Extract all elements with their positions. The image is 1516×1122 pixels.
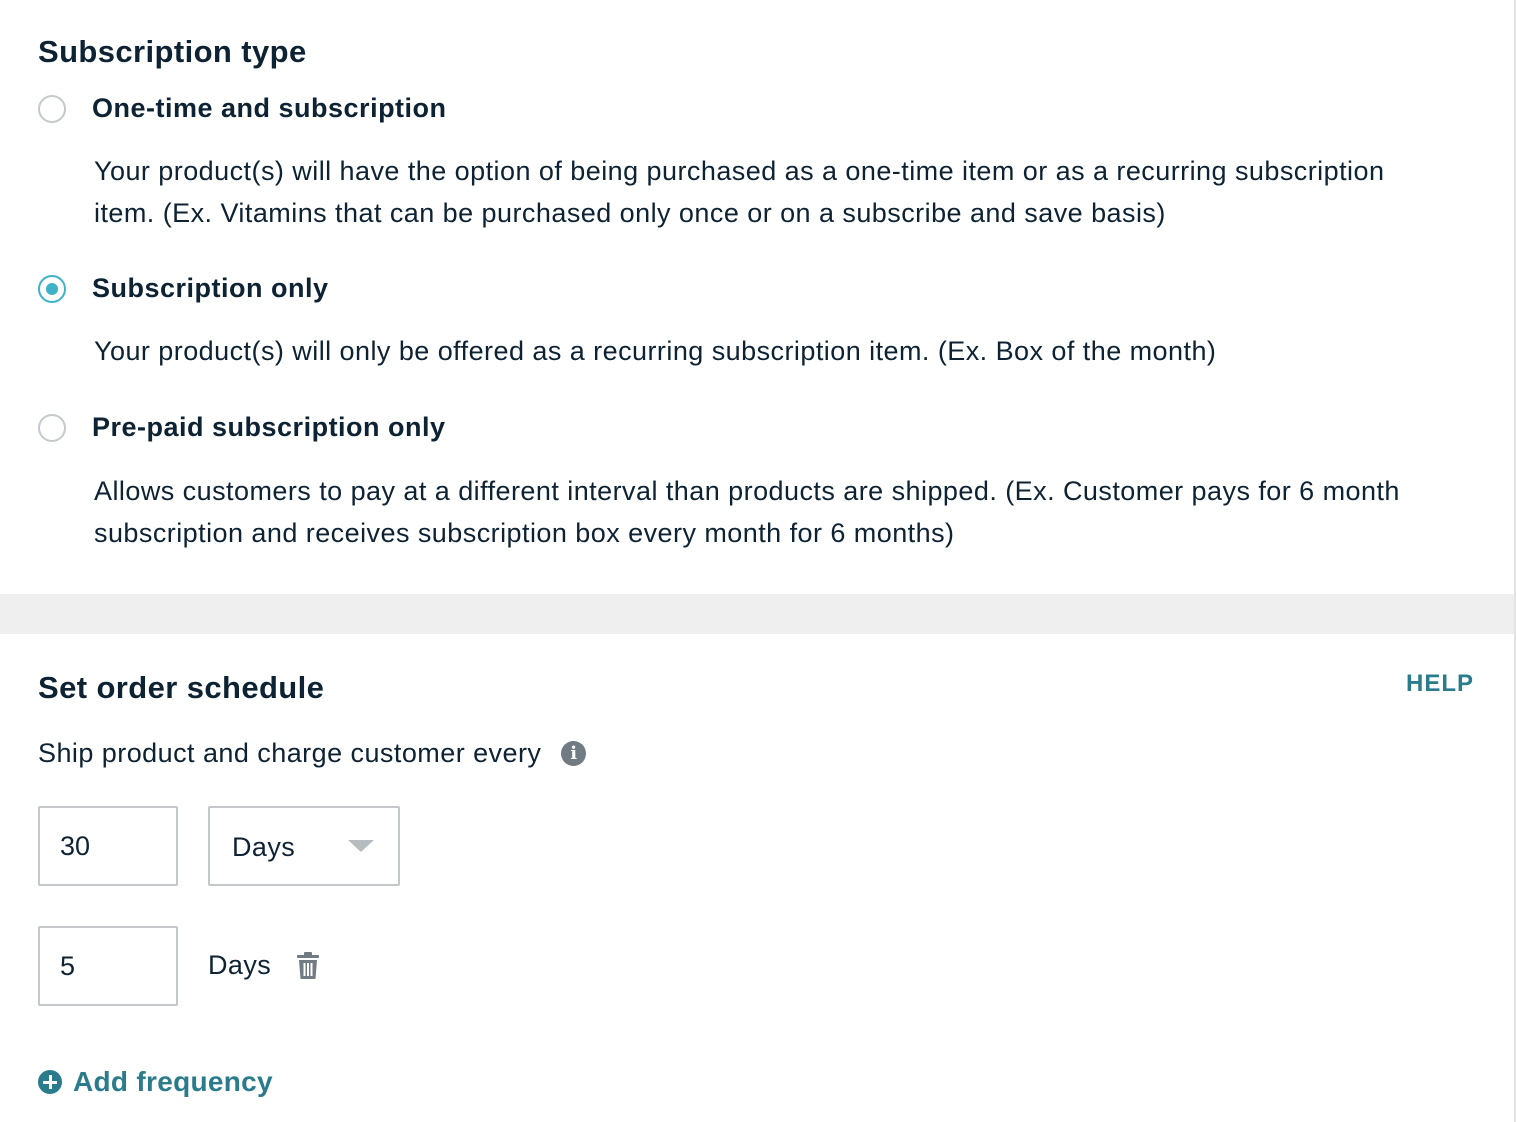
info-icon[interactable]: i [561, 741, 587, 766]
ship-charge-label-row: Ship product and charge customer every i [38, 738, 587, 769]
radio-label-pre-paid-subscription-only: Pre-paid subscription only [92, 412, 446, 442]
help-link[interactable]: HELP [1406, 670, 1474, 698]
section-divider [0, 594, 1514, 634]
order-schedule-title: Set order schedule [38, 670, 325, 705]
radio-label-subscription-only: Subscription only [92, 273, 329, 303]
plus-circle-icon [38, 1070, 62, 1094]
add-frequency-label: Add frequency [73, 1066, 273, 1097]
description-subscription-only: Your product(s) will only be offered as … [94, 336, 1217, 366]
radio-pre-paid-subscription-only[interactable]: Pre-paid subscription only [38, 412, 446, 443]
subscription-type-title: Subscription type [38, 34, 307, 69]
radio-button-unchecked[interactable] [38, 94, 66, 123]
frequency-value-input-1[interactable] [38, 806, 178, 886]
add-frequency-button[interactable]: Add frequency [38, 1066, 273, 1098]
frequency-unit-selected-value: Days [232, 832, 296, 862]
subscription-type-card: Subscription type One-time and subscript… [0, 0, 1514, 594]
frequency-unit-select[interactable]: Days [208, 806, 400, 886]
description-one-time-and-subscription: Your product(s) will have the option of … [94, 156, 1385, 228]
radio-label-one-time-and-subscription: One-time and subscription [92, 93, 447, 123]
frequency-value-input-2[interactable] [38, 926, 178, 1006]
trash-icon[interactable] [296, 952, 320, 980]
frequency-unit-label-2: Days [208, 950, 272, 980]
radio-button-unchecked[interactable] [38, 413, 66, 442]
chevron-down-icon [348, 840, 374, 852]
ship-charge-label: Ship product and charge customer every [38, 738, 542, 768]
subscription-settings-page: Subscription type One-time and subscript… [0, 0, 1516, 1122]
radio-one-time-and-subscription[interactable]: One-time and subscription [38, 93, 447, 124]
description-pre-paid-subscription-only: Allows customers to pay at a different i… [94, 476, 1400, 548]
radio-subscription-only[interactable]: Subscription only [38, 273, 329, 304]
radio-button-checked[interactable] [38, 274, 66, 303]
